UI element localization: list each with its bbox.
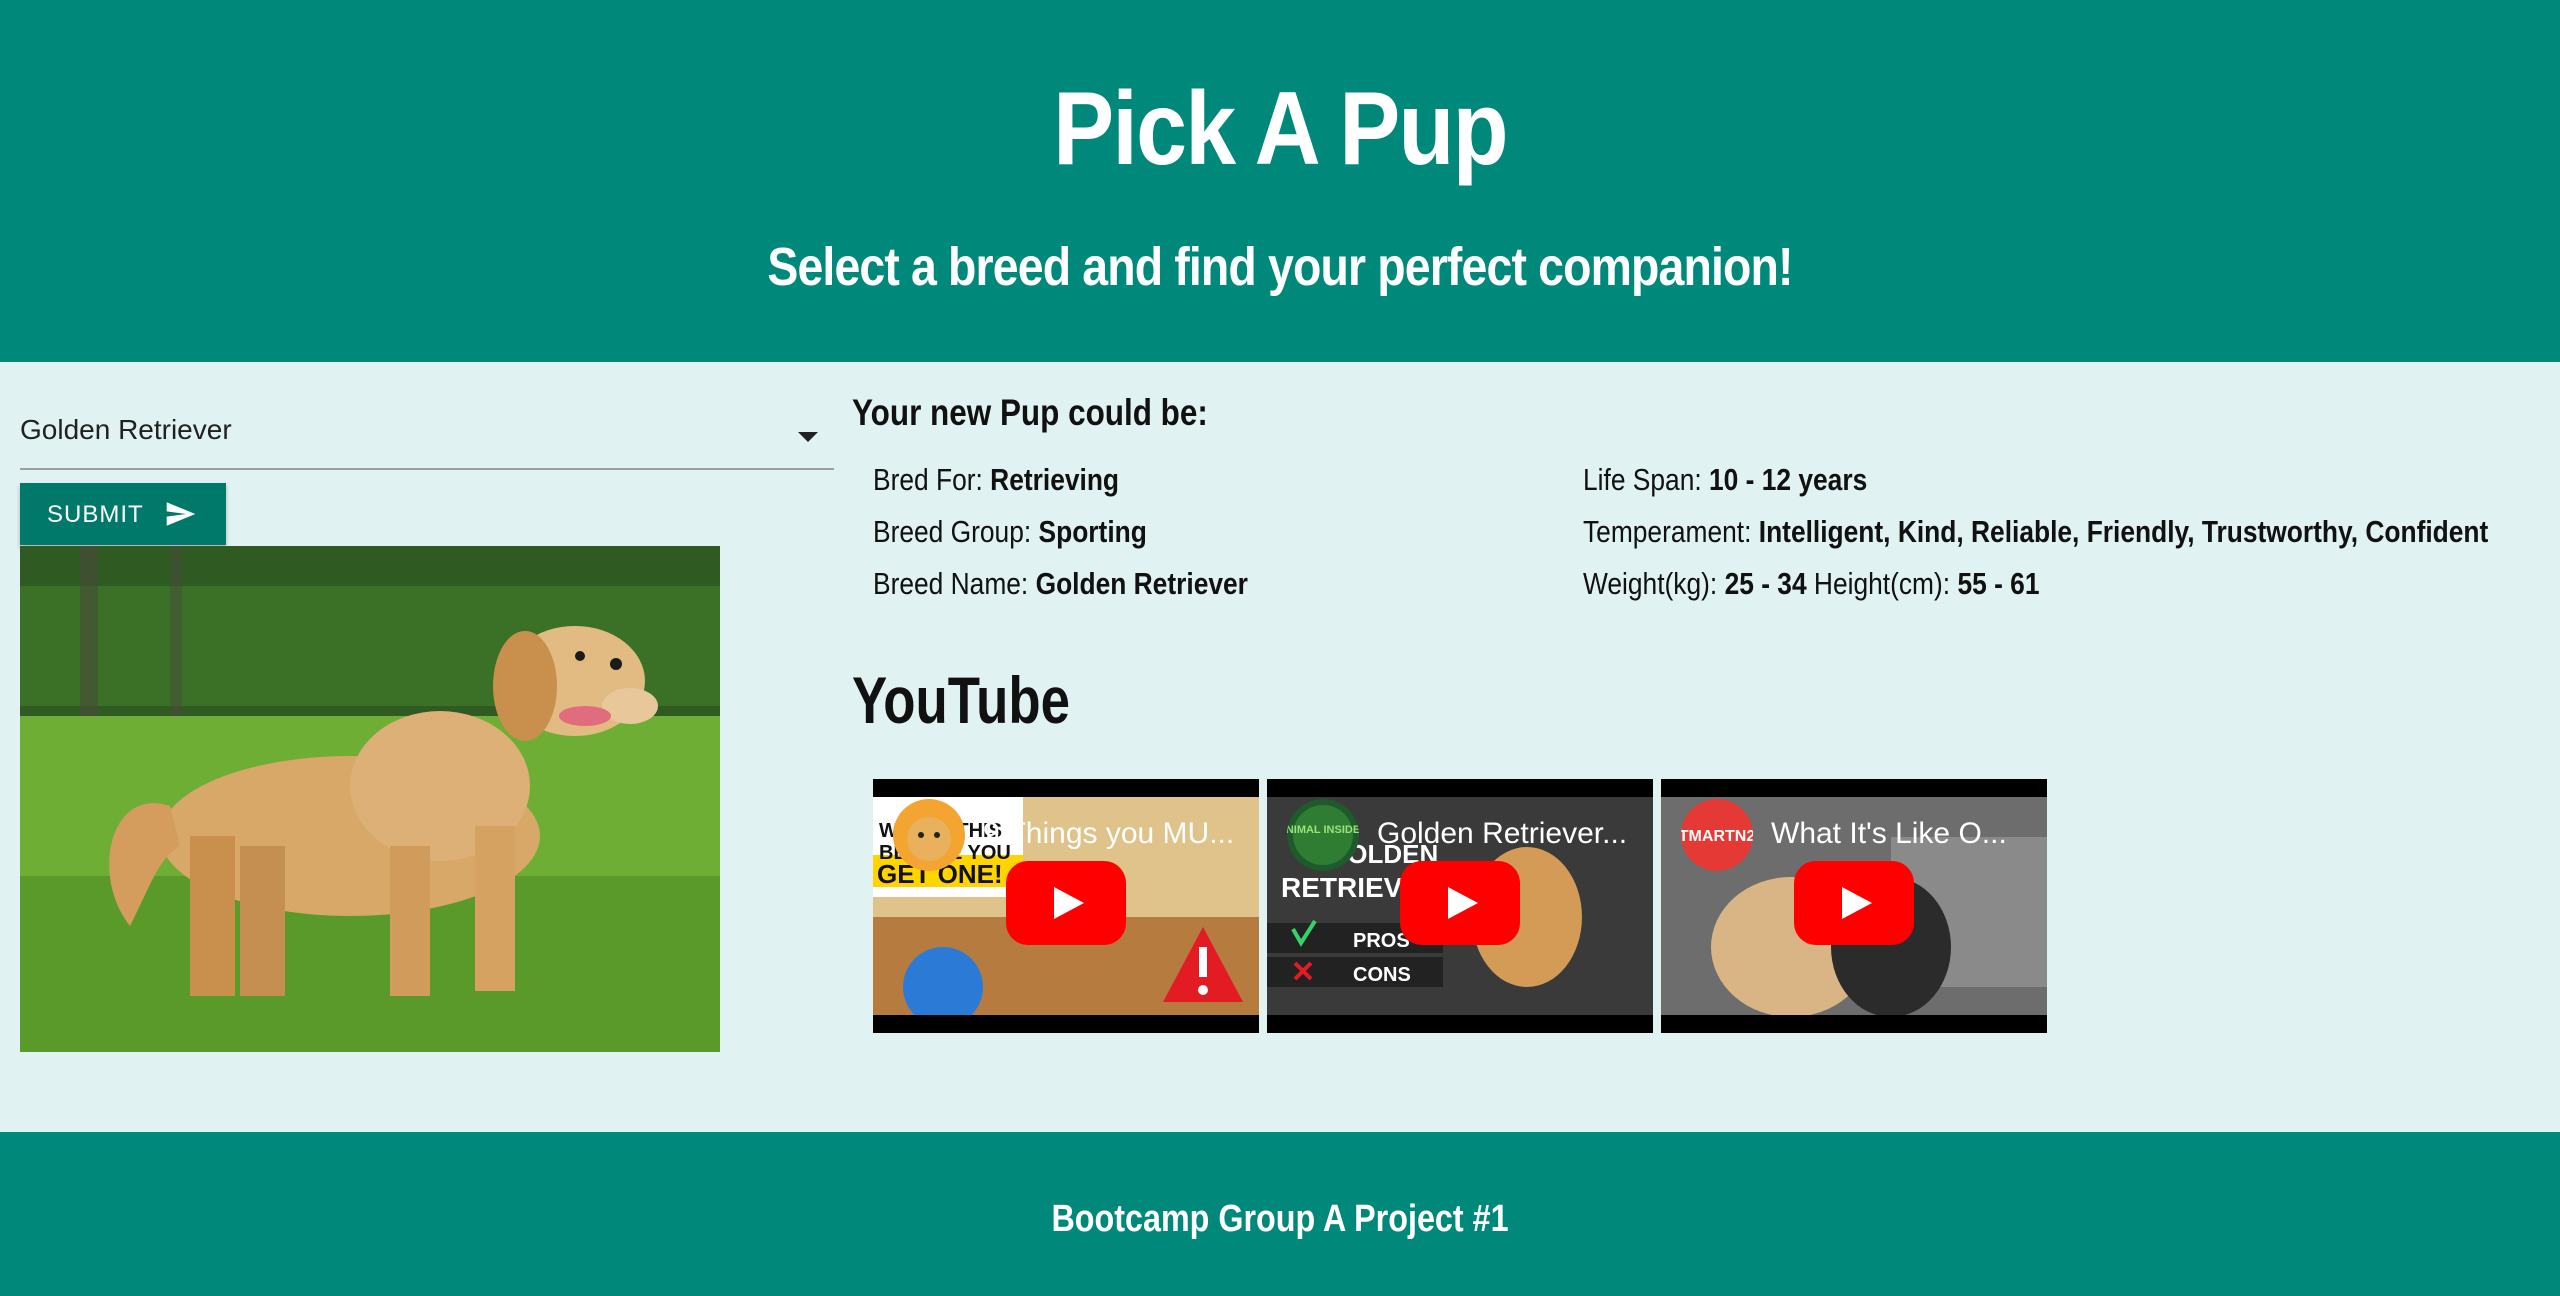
youtube-heading: YouTube — [852, 663, 1071, 737]
fact-value: Sporting — [1038, 514, 1147, 549]
fact-label: Life Span: — [1583, 462, 1702, 497]
fact-label: Height(cm): — [1813, 566, 1951, 601]
dog-photo — [20, 546, 720, 1052]
fact-temperament: Temperament: Intelligent, Kind, Reliable… — [1583, 514, 2488, 550]
chevron-down-icon — [798, 432, 818, 442]
page-subtitle: Select a breed and find your perfect com… — [767, 237, 1793, 297]
page-title: Pick A Pup — [1053, 71, 1508, 187]
fact-value: 10 - 12 years — [1708, 462, 1868, 497]
channel-logo-text: ANIMAL INSIDER — [1287, 824, 1359, 836]
fact-breed-group: Breed Group: Sporting — [873, 514, 1147, 550]
fact-value: 55 - 61 — [1957, 566, 2040, 601]
fact-life-span: Life Span: 10 - 12 years — [1583, 462, 1867, 498]
results-heading: Your new Pup could be: — [852, 392, 1208, 433]
footer-text: Bootcamp Group A Project #1 — [1051, 1198, 1509, 1240]
fact-label: Weight(kg): — [1583, 566, 1718, 601]
play-icon[interactable] — [1794, 861, 1914, 945]
page-footer: Bootcamp Group A Project #1 — [0, 1132, 2560, 1296]
thumb-text: CONS — [1353, 964, 1411, 986]
breed-facts: Bred For: Retrieving Breed Group: Sporti… — [873, 462, 2488, 632]
play-icon[interactable] — [1006, 861, 1126, 945]
breed-select[interactable]: Golden Retriever — [20, 402, 834, 470]
video-embed-1[interactable]: WATCH THIS BEFORE YOU GET ONE! 9 Things … — [873, 779, 1259, 1033]
video-title: What It's Like O... — [1771, 817, 2007, 850]
fact-label: Bred For: — [873, 462, 983, 497]
fact-label: Temperament: — [1583, 514, 1752, 549]
channel-avatar[interactable]: ANIMAL INSIDER — [1287, 799, 1359, 871]
fact-weight-height: Weight(kg): 25 - 34 Height(cm): 55 - 61 — [1583, 566, 2039, 602]
page-header: Pick A Pup Select a breed and find your … — [0, 0, 2560, 362]
fact-value: Retrieving — [990, 462, 1120, 497]
channel-logo-text: TMARTN2 — [1681, 828, 1753, 845]
play-icon[interactable] — [1400, 861, 1520, 945]
main-content: Golden Retriever SUBMIT Your new Pup cou… — [0, 362, 2560, 1132]
video-embed-2[interactable]: GOLDEN RETRIEVER PROS CONS ANIMAL INSIDE… — [1267, 779, 1653, 1033]
fact-value: 25 - 34 — [1724, 566, 1807, 601]
video-title: Golden Retriever... — [1377, 817, 1628, 850]
fact-value: Intelligent, Kind, Reliable, Friendly, T… — [1758, 514, 2489, 549]
fact-label: Breed Name: — [873, 566, 1029, 601]
submit-label: SUBMIT — [47, 501, 144, 528]
video-embed-3[interactable]: TMARTN2 What It's Like O... — [1661, 779, 2047, 1033]
fact-breed-name: Breed Name: Golden Retriever — [873, 566, 1248, 602]
channel-avatar[interactable]: TMARTN2 — [1681, 799, 1753, 871]
fact-value: Golden Retriever — [1035, 566, 1248, 601]
fact-label: Breed Group: — [873, 514, 1032, 549]
fact-bred-for: Bred For: Retrieving — [873, 462, 1119, 498]
submit-button[interactable]: SUBMIT — [20, 483, 226, 545]
channel-avatar[interactable] — [893, 799, 965, 871]
breed-select-value: Golden Retriever — [20, 414, 232, 445]
send-icon — [166, 502, 196, 526]
video-title: 9 Things you MU... — [983, 817, 1235, 850]
